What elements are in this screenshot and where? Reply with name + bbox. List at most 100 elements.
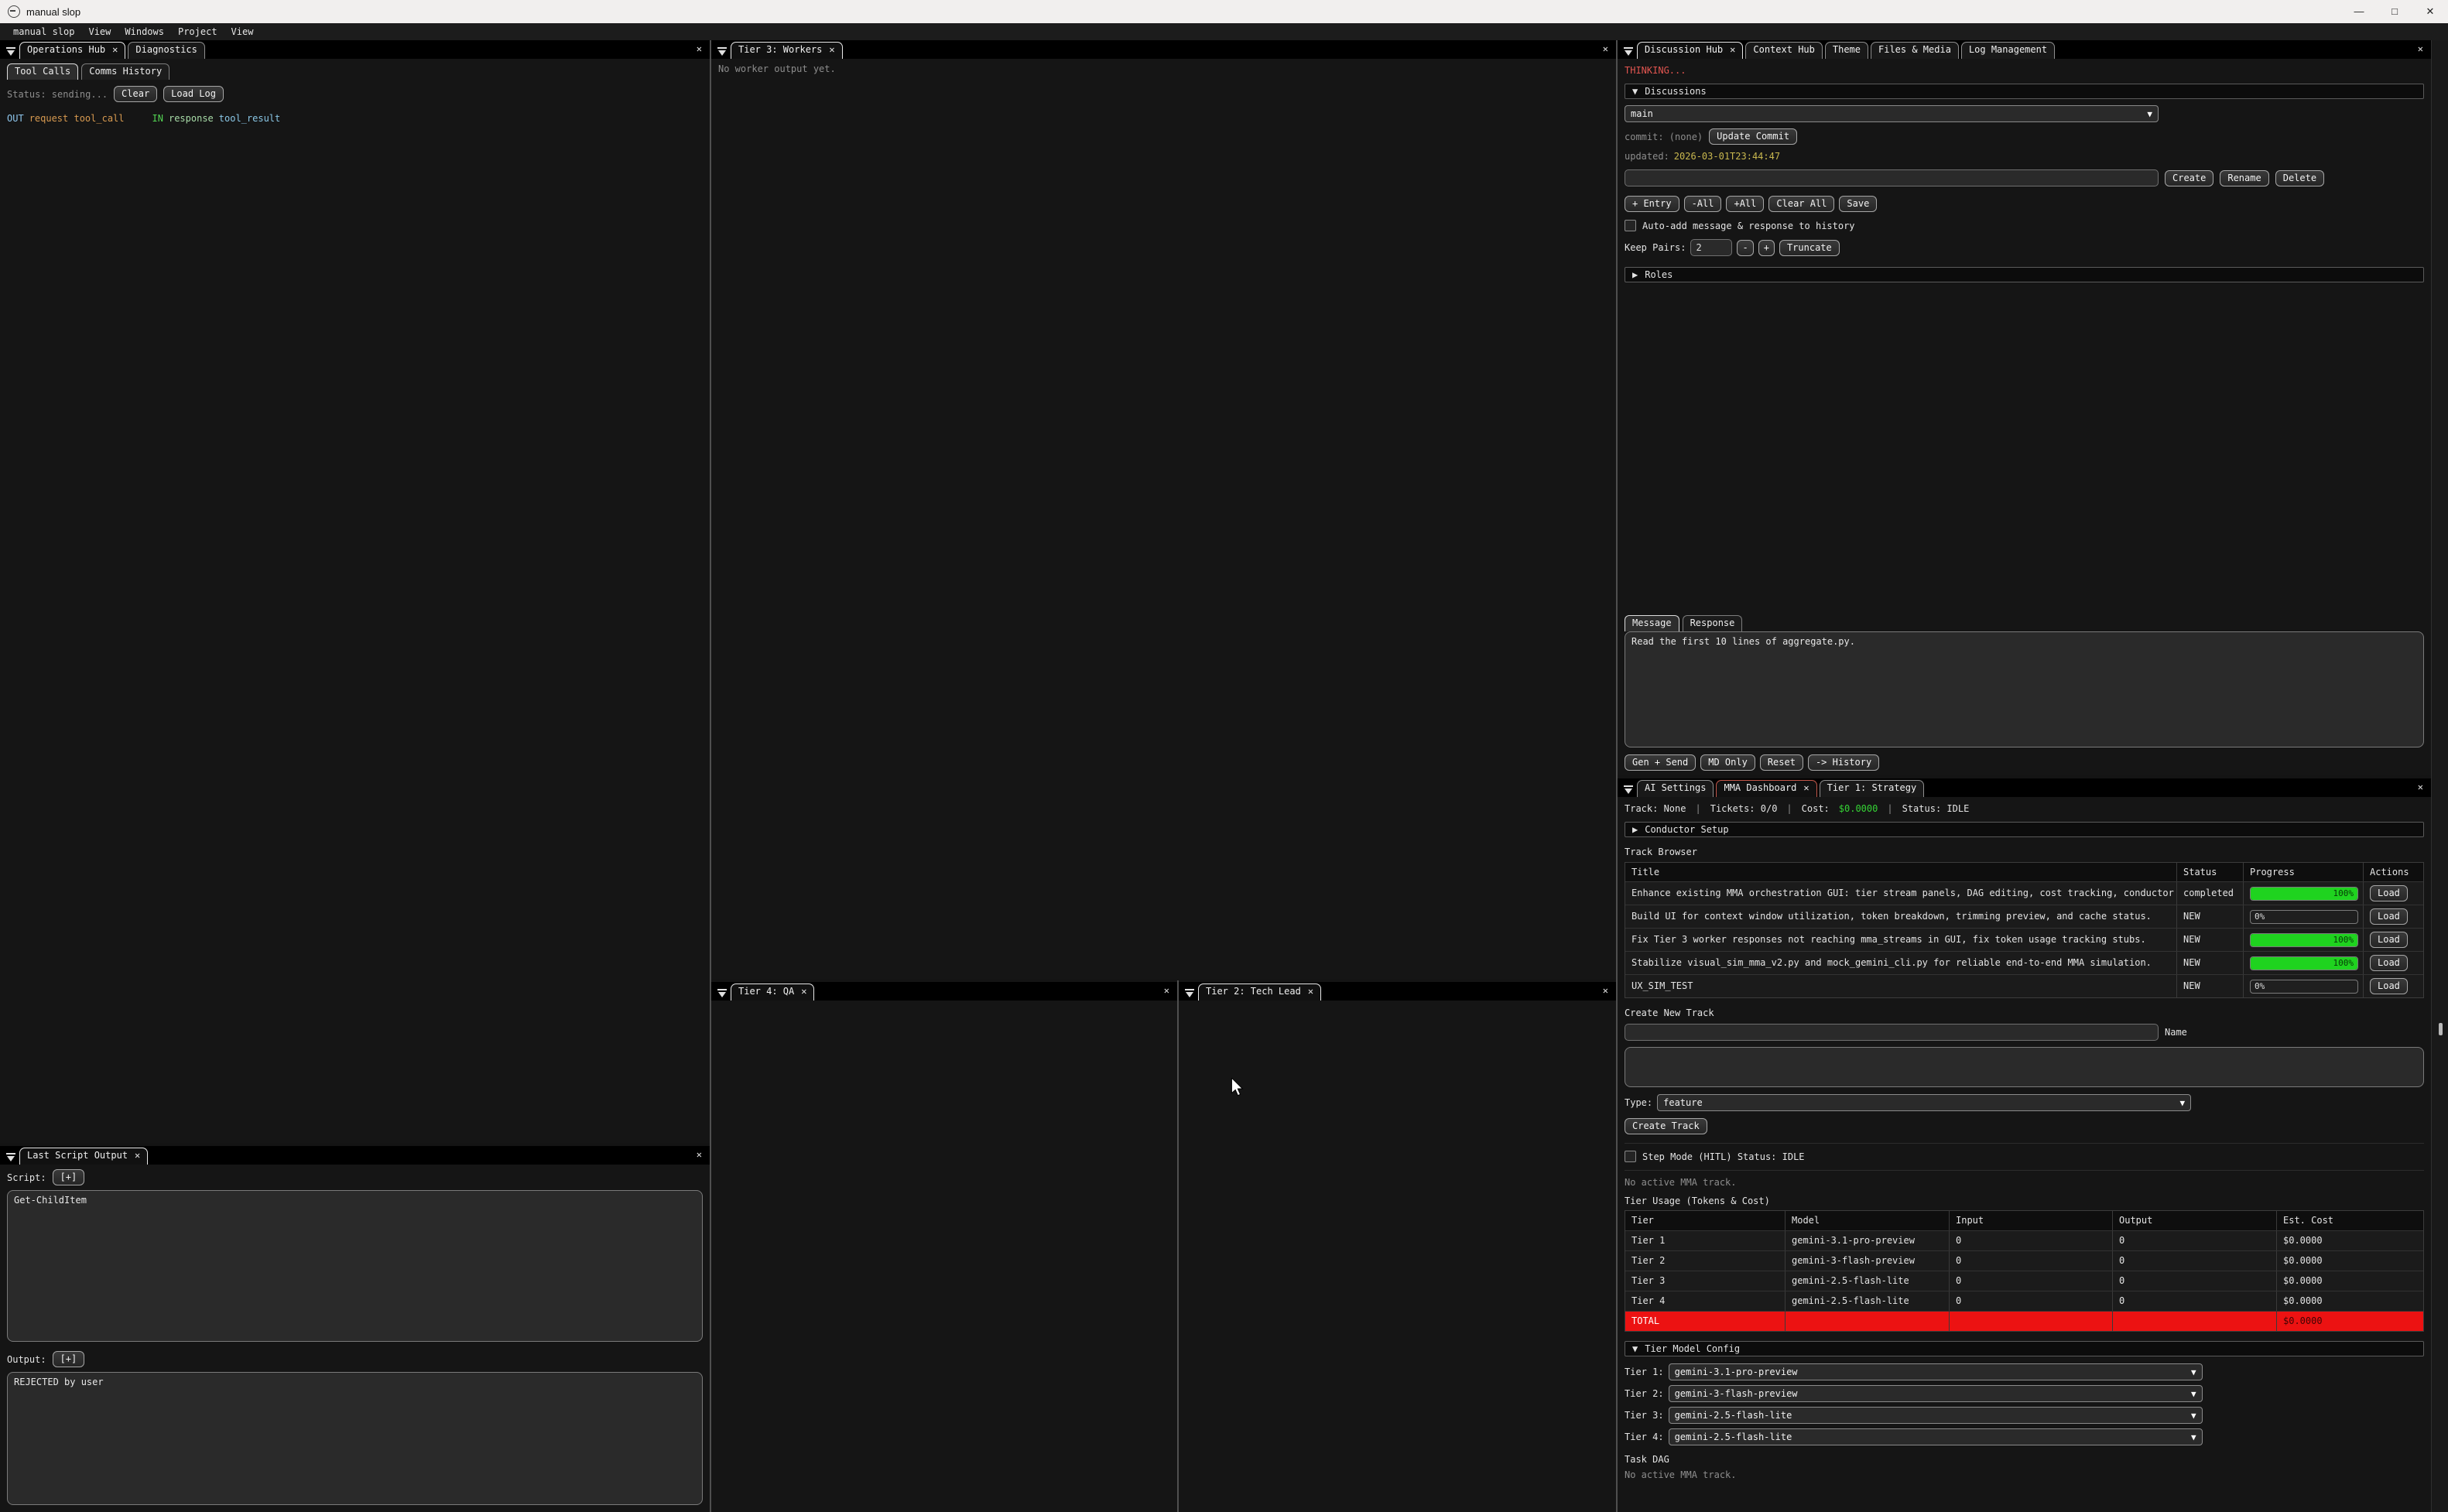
conductor-setup-section-header[interactable]: ▶ Conductor Setup	[1625, 822, 2424, 837]
rename-button[interactable]: Rename	[2220, 170, 2268, 186]
tab-log-management[interactable]: Log Management	[1961, 42, 2055, 59]
panel-close-icon[interactable]: ✕	[697, 1149, 702, 1160]
discussion-name-input[interactable]	[1625, 169, 2159, 186]
tab-last-script-output[interactable]: Last Script Output ✕	[19, 1148, 148, 1165]
dock-icon[interactable]	[5, 1151, 16, 1162]
output-expand-button[interactable]: [+]	[53, 1351, 85, 1367]
tier2-model-select[interactable]: gemini-3-flash-preview ▼	[1669, 1385, 2203, 1402]
tab-theme[interactable]: Theme	[1825, 42, 1868, 59]
keep-pairs-increment-button[interactable]: +	[1758, 240, 1775, 256]
tab-tier3-workers[interactable]: Tier 3: Workers ✕	[731, 42, 843, 59]
tab-close-icon[interactable]: ✕	[1308, 984, 1313, 1001]
keep-pairs-input[interactable]	[1690, 239, 1732, 256]
create-button[interactable]: Create	[2165, 170, 2213, 186]
panel-close-icon[interactable]: ✕	[1603, 43, 1608, 54]
tab-close-icon[interactable]: ✕	[1803, 781, 1809, 797]
output-textarea[interactable]: REJECTED by user	[7, 1372, 703, 1505]
splitter-left-center[interactable]	[710, 40, 711, 1512]
tab-response[interactable]: Response	[1683, 615, 1743, 631]
tier1-model-select[interactable]: gemini-3.1-pro-preview ▼	[1669, 1363, 2203, 1380]
expand-all-button[interactable]: +All	[1726, 196, 1764, 212]
create-track-button[interactable]: Create Track	[1625, 1118, 1707, 1134]
tab-tier2-techlead[interactable]: Tier 2: Tech Lead ✕	[1198, 983, 1321, 1001]
maximize-icon[interactable]: □	[2377, 0, 2412, 23]
step-mode-checkbox[interactable]	[1625, 1151, 1636, 1162]
load-button[interactable]: Load	[2370, 908, 2408, 925]
message-textarea[interactable]: Read the first 10 lines of aggregate.py.	[1625, 631, 2424, 747]
menu-item-view[interactable]: View	[81, 26, 118, 37]
roles-section-header[interactable]: ▶ Roles	[1625, 267, 2424, 282]
discussions-section-header[interactable]: ▼ Discussions	[1625, 84, 2424, 99]
update-commit-button[interactable]: Update Commit	[1709, 128, 1797, 145]
tab-comms-history[interactable]: Comms History	[81, 63, 169, 80]
tab-diagnostics[interactable]: Diagnostics	[128, 42, 204, 59]
discussion-select[interactable]: main ▼	[1625, 105, 2159, 122]
panel-close-icon[interactable]: ✕	[2418, 43, 2423, 54]
track-name-input[interactable]	[1625, 1024, 2159, 1041]
tab-tool-calls[interactable]: Tool Calls	[7, 63, 78, 80]
tab-close-icon[interactable]: ✕	[135, 1148, 140, 1165]
gen-send-button[interactable]: Gen + Send	[1625, 754, 1696, 771]
keep-pairs-decrement-button[interactable]: -	[1737, 240, 1753, 256]
tab-ai-settings[interactable]: AI Settings	[1637, 780, 1714, 797]
tab-close-icon[interactable]: ✕	[1730, 43, 1735, 59]
load-button[interactable]: Load	[2370, 885, 2408, 901]
dock-icon[interactable]	[1623, 46, 1634, 56]
tab-close-icon[interactable]: ✕	[112, 43, 118, 59]
tab-mma-dashboard[interactable]: MMA Dashboard ✕	[1716, 780, 1816, 797]
track-description-textarea[interactable]	[1625, 1047, 2424, 1087]
tab-discussion-hub[interactable]: Discussion Hub ✕	[1637, 42, 1743, 59]
tab-context-hub[interactable]: Context Hub	[1745, 42, 1822, 59]
clear-button[interactable]: Clear	[114, 86, 157, 102]
autoadd-checkbox[interactable]	[1625, 220, 1636, 231]
menu-item-windows[interactable]: Windows	[118, 26, 171, 37]
tier4-model-select[interactable]: gemini-2.5-flash-lite ▼	[1669, 1428, 2203, 1445]
load-button[interactable]: Load	[2370, 955, 2408, 971]
splitter-center-right[interactable]	[1616, 40, 1618, 1512]
mma-status-line: Track: None | Tickets: 0/0 | Cost: $0.00…	[1625, 803, 2424, 814]
minimize-icon[interactable]: —	[2341, 0, 2377, 23]
window-controls: — □ ✕	[2341, 0, 2448, 23]
mma-dashboard-header: AI Settings MMA Dashboard ✕ Tier 1: Stra…	[1618, 778, 2431, 797]
script-expand-button[interactable]: [+]	[53, 1169, 85, 1185]
tab-close-icon[interactable]: ✕	[829, 43, 834, 59]
script-textarea[interactable]: Get-ChildItem	[7, 1190, 703, 1342]
dock-icon[interactable]	[717, 987, 728, 998]
menu-item-view2[interactable]: View	[224, 26, 261, 37]
delete-button[interactable]: Delete	[2275, 170, 2324, 186]
save-button[interactable]: Save	[1839, 196, 1877, 212]
right-scrollbar-track[interactable]	[2431, 40, 2448, 1512]
close-icon[interactable]: ✕	[2412, 0, 2448, 23]
dock-icon[interactable]	[1184, 987, 1195, 998]
panel-close-icon[interactable]: ✕	[1164, 985, 1169, 996]
tier-model-config-section-header[interactable]: ▼ Tier Model Config	[1625, 1341, 2424, 1356]
collapse-all-button[interactable]: -All	[1684, 196, 1722, 212]
panel-close-icon[interactable]: ✕	[1603, 985, 1608, 996]
panel-close-icon[interactable]: ✕	[697, 43, 702, 54]
dock-icon[interactable]	[5, 46, 16, 56]
dock-icon[interactable]	[717, 46, 728, 56]
splitter-qa-techlead[interactable]	[1177, 980, 1179, 1512]
dock-icon[interactable]	[1623, 784, 1634, 795]
tab-operations-hub[interactable]: Operations Hub ✕	[19, 42, 125, 59]
menu-item-manual-slop[interactable]: manual slop	[6, 26, 81, 37]
menu-item-project[interactable]: Project	[171, 26, 224, 37]
load-button[interactable]: Load	[2370, 978, 2408, 994]
panel-close-icon[interactable]: ✕	[2418, 782, 2423, 792]
md-only-button[interactable]: MD Only	[1700, 754, 1755, 771]
to-history-button[interactable]: -> History	[1808, 754, 1879, 771]
truncate-button[interactable]: Truncate	[1779, 240, 1840, 256]
track-type-select[interactable]: feature ▼	[1657, 1094, 2191, 1111]
clear-all-button[interactable]: Clear All	[1768, 196, 1834, 212]
tab-tier1-strategy[interactable]: Tier 1: Strategy	[1820, 780, 1925, 797]
load-button[interactable]: Load	[2370, 932, 2408, 948]
reset-button[interactable]: Reset	[1760, 754, 1803, 771]
tab-message[interactable]: Message	[1625, 615, 1679, 631]
tab-tier4-qa[interactable]: Tier 4: QA ✕	[731, 983, 814, 1001]
right-scrollbar-thumb[interactable]	[2439, 1023, 2443, 1035]
load-log-button[interactable]: Load Log	[163, 86, 224, 102]
tab-close-icon[interactable]: ✕	[801, 984, 806, 1001]
tier3-model-select[interactable]: gemini-2.5-flash-lite ▼	[1669, 1407, 2203, 1424]
add-entry-button[interactable]: + Entry	[1625, 196, 1679, 212]
tab-files-media[interactable]: Files & Media	[1871, 42, 1959, 59]
